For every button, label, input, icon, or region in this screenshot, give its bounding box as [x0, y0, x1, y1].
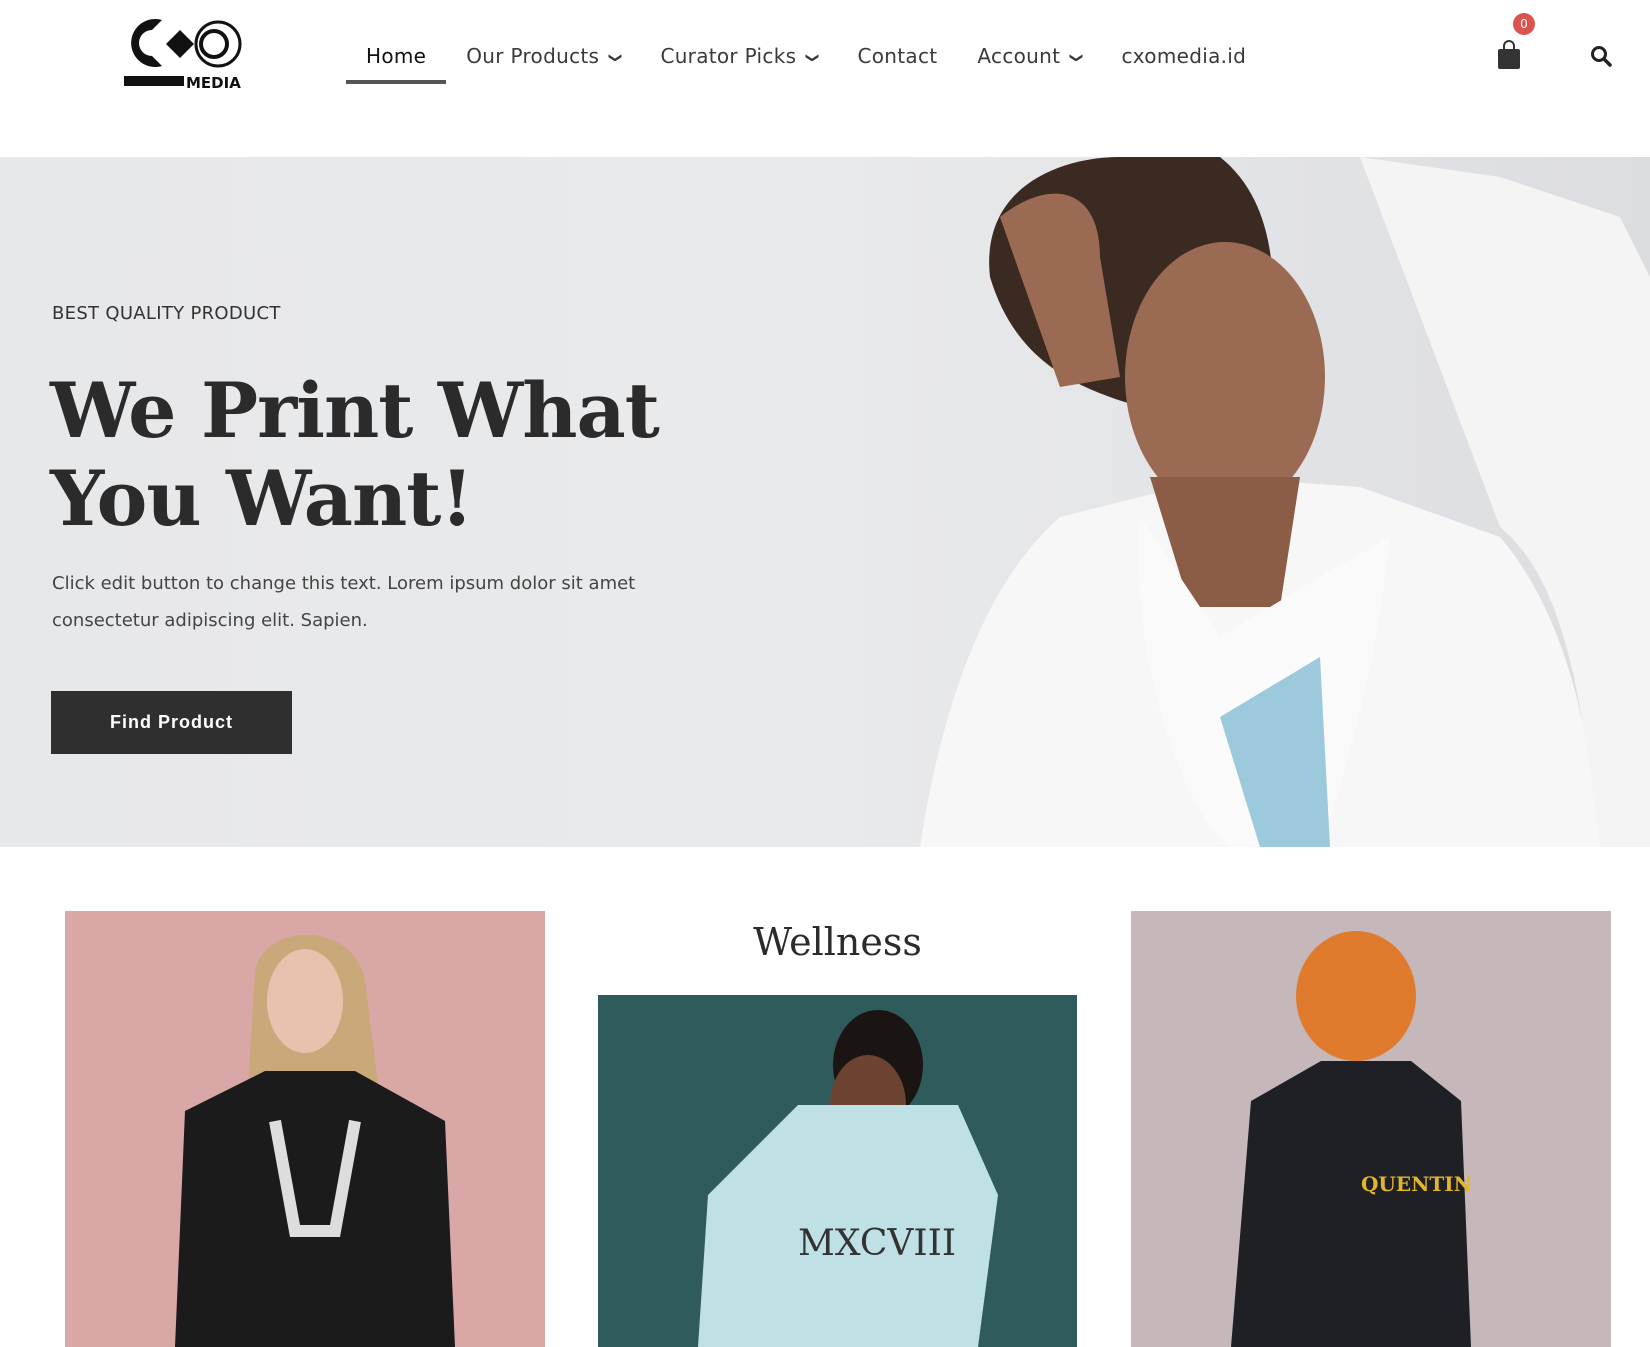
- nav-label: cxomedia.id: [1121, 44, 1247, 68]
- search-icon[interactable]: [1590, 45, 1612, 67]
- nav-account[interactable]: Account ❯: [957, 36, 1101, 84]
- nav-label: Account: [977, 44, 1061, 68]
- svg-text:QUENTIN: QUENTIN: [1361, 1172, 1472, 1196]
- find-product-button[interactable]: Find Product: [51, 691, 292, 754]
- shopping-bag-icon[interactable]: [1497, 40, 1521, 70]
- model-skeleton-tee-photo: [175, 934, 455, 1347]
- model-black-tee-photo: QUENTIN: [1231, 931, 1472, 1347]
- headline-line: We Print What: [50, 366, 660, 455]
- product-card-image[interactable]: [65, 911, 545, 1347]
- product-card-image[interactable]: QUENTIN: [1131, 911, 1611, 1347]
- nav-label: Curator Picks: [660, 44, 797, 68]
- category-title: Wellness: [753, 920, 922, 964]
- nav-label: Our Products: [466, 44, 600, 68]
- hero-eyebrow: BEST QUALITY PRODUCT: [52, 303, 281, 324]
- cart-count-badge: 0: [1513, 13, 1535, 35]
- nav-curator-picks[interactable]: Curator Picks ❯: [640, 36, 837, 84]
- cxo-media-logo[interactable]: MEDIA: [122, 14, 250, 94]
- hero-model-photo: [920, 157, 1650, 847]
- headline-line: You Want!: [50, 454, 474, 543]
- site-header: MEDIA Home Our Products ❯ Curator Picks ❯ …: [0, 0, 1650, 157]
- hero-description: Click edit button to change this text. L…: [52, 573, 636, 631]
- nav-cxomedia-id[interactable]: cxomedia.id: [1101, 36, 1266, 84]
- nav-label: Contact: [857, 44, 938, 68]
- nav-contact[interactable]: Contact: [838, 36, 958, 84]
- nav-our-products[interactable]: Our Products ❯: [446, 36, 640, 84]
- hero-headline: We Print What You Want!: [50, 366, 660, 543]
- nav-label: Home: [366, 44, 427, 68]
- chevron-down-icon: ❯: [804, 52, 820, 64]
- main-nav: Home Our Products ❯ Curator Picks ❯ Contac…: [346, 36, 1266, 84]
- svg-text:MEDIA: MEDIA: [186, 74, 241, 92]
- hero-banner: BEST QUALITY PRODUCT We Print What You W…: [0, 157, 1650, 847]
- nav-home[interactable]: Home: [346, 36, 447, 84]
- chevron-down-icon: ❯: [607, 52, 623, 64]
- product-card-image[interactable]: MXCVIII: [598, 995, 1077, 1347]
- chevron-down-icon: ❯: [1068, 52, 1084, 64]
- svg-text:MXCVIII: MXCVIII: [798, 1223, 956, 1264]
- model-white-tee-photo: MXCVIII: [698, 1010, 998, 1347]
